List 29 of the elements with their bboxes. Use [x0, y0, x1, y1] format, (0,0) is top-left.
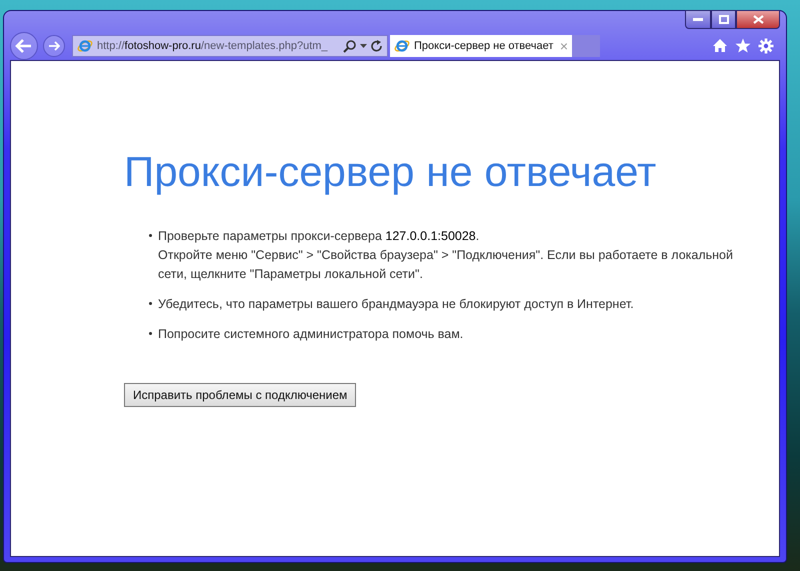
maximize-icon [718, 15, 728, 24]
browser-logo-icon [77, 38, 93, 54]
bullet-text: Убедитесь, что параметры вашего брандмауэра не блокируют доступ в Интернет. [158, 296, 634, 314]
dropdown-caret-icon[interactable] [360, 44, 367, 48]
address-bar[interactable]: http://fotoshow-pro.ru/new-templates.php?utm_ [72, 35, 388, 57]
search-icon[interactable] [343, 40, 356, 52]
minimize-button[interactable] [685, 10, 711, 29]
back-button[interactable] [10, 32, 38, 60]
error-heading: Прокси-сервер не отвечает [124, 147, 658, 197]
bullet-icon [149, 332, 152, 336]
url-text: http://fotoshow-pro.ru/new-templates.php?utm_ [97, 38, 329, 54]
close-icon [752, 15, 764, 24]
home-icon[interactable] [712, 38, 728, 53]
forward-button[interactable] [43, 35, 65, 57]
settings-icon[interactable] [758, 38, 774, 54]
bullet-text: Проверьте параметры прокси-сервера 127.0.0.1:50028. Откройте меню "Сервис" > "Свойства браузера" > "Подключения". Если вы работаете в локальной сети, щелкните "Параметры локальной сети". [158, 228, 734, 284]
fix-connection-button[interactable]: Исправить проблемы с подключением [124, 383, 356, 408]
browser-tab[interactable]: Прокси-сервер не отвечает × [390, 35, 572, 57]
refresh-icon[interactable] [371, 40, 383, 52]
bullet-text: Попросите системного администратора помочь вам. [158, 326, 464, 344]
back-arrow-icon [15, 39, 33, 53]
bullet-icon [149, 302, 152, 306]
close-button[interactable] [736, 10, 780, 29]
bullet-icon [149, 234, 152, 238]
browser-logo-icon [394, 38, 410, 54]
star-icon[interactable] [735, 38, 751, 53]
minimize-icon [693, 18, 703, 22]
forward-arrow-icon [48, 41, 60, 51]
maximize-button[interactable] [711, 10, 736, 29]
